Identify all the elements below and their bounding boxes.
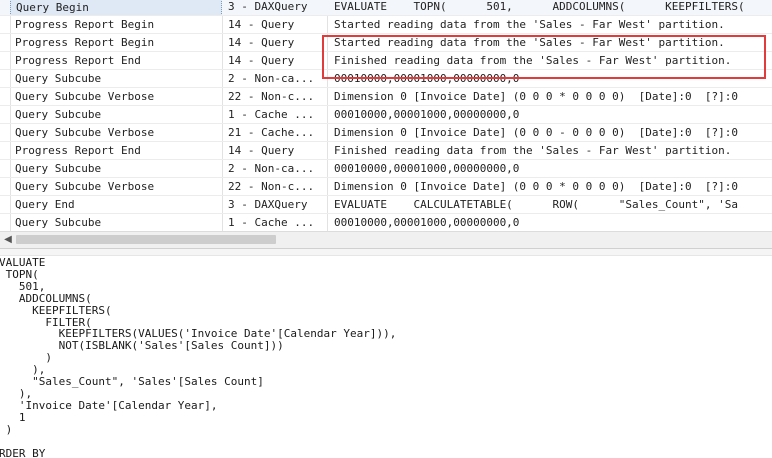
table-row[interactable]: Query Subcube Verbose 22 - Non-c... Dimens… bbox=[0, 178, 772, 196]
table-row[interactable]: Query Subcube Verbose 21 - Cache... Dimens… bbox=[0, 124, 772, 142]
event-class-cell: Progress Report Begin bbox=[15, 36, 155, 49]
event-class-cell: Query Subcube bbox=[15, 216, 102, 229]
text-data-cell: Started reading data from the 'Sales - F… bbox=[334, 18, 725, 31]
event-class-cell: Query Subcube Verbose bbox=[15, 90, 155, 103]
table-row[interactable]: Query Subcube 1 - Cache ... 00010000,00001… bbox=[0, 214, 772, 231]
event-subclass-cell: 22 - Non-c... bbox=[228, 90, 315, 103]
event-class-cell: Query Subcube bbox=[15, 72, 102, 85]
event-subclass-cell: 1 - Cache ... bbox=[228, 216, 315, 229]
table-row[interactable]: Query End 3 - DAXQuery EVALUATE CALCULATET… bbox=[0, 196, 772, 214]
event-subclass-cell: 2 - Non-ca... bbox=[228, 162, 315, 175]
query-text: VALUATE TOPN( 501, ADDCOLUMNS( KEEPFILTE… bbox=[0, 256, 397, 458]
table-row[interactable]: Query Begin 3 - DAXQuery EVALUATE TOPN( 50… bbox=[0, 0, 772, 16]
event-class-cell: Query End bbox=[15, 198, 75, 211]
text-data-cell: 00010000,00001000,00000000,0 bbox=[334, 108, 520, 121]
event-class-cell: Query Subcube Verbose bbox=[15, 126, 155, 139]
event-subclass-cell: 14 - Query bbox=[228, 144, 295, 157]
pane-splitter[interactable] bbox=[0, 248, 772, 256]
text-data-cell: Dimension 0 [Invoice Date] (0 0 0 * 0 0 … bbox=[334, 180, 738, 193]
text-data-cell: 00010000,00001000,00000000,0 bbox=[334, 216, 520, 229]
scrollbar-thumb[interactable] bbox=[16, 235, 276, 244]
text-data-cell: EVALUATE TOPN( 501, ADDCOLUMNS( KEEPFILT… bbox=[334, 0, 745, 13]
event-subclass-cell: 1 - Cache ... bbox=[228, 108, 315, 121]
table-row[interactable]: Query Subcube 2 - Non-ca... 00010000,00001… bbox=[0, 160, 772, 178]
event-subclass-cell: 3 - DAXQuery bbox=[228, 198, 308, 211]
table-row[interactable]: Query Subcube Verbose 22 - Non-c... Dimens… bbox=[0, 88, 772, 106]
event-subclass-cell: 14 - Query bbox=[228, 18, 295, 31]
table-row[interactable]: Query Subcube 1 - Cache ... 00010000,00001… bbox=[0, 106, 772, 124]
event-subclass-cell: 14 - Query bbox=[228, 36, 295, 49]
event-subclass-cell: 21 - Cache... bbox=[228, 126, 315, 139]
event-subclass-cell: 22 - Non-c... bbox=[228, 180, 315, 193]
event-subclass-cell: 3 - DAXQuery bbox=[228, 0, 308, 13]
trace-events-grid[interactable]: Query Begin 3 - DAXQuery EVALUATE TOPN( 50… bbox=[0, 0, 772, 231]
query-text-pane[interactable]: VALUATE TOPN( 501, ADDCOLUMNS( KEEPFILTE… bbox=[0, 256, 772, 458]
event-class-cell: Query Begin bbox=[10, 0, 222, 16]
text-data-cell: Dimension 0 [Invoice Date] (0 0 0 - 0 0 … bbox=[334, 126, 738, 139]
text-data-cell: EVALUATE CALCULATETABLE( ROW( "Sales_Cou… bbox=[334, 198, 738, 211]
table-row[interactable]: Progress Report End 14 - Query Finished re… bbox=[0, 142, 772, 160]
event-class-cell: Query Subcube bbox=[15, 108, 102, 121]
text-data-cell: 00010000,00001000,00000000,0 bbox=[334, 162, 520, 175]
event-subclass-cell: 14 - Query bbox=[228, 54, 295, 67]
horizontal-scrollbar[interactable]: ◀ bbox=[0, 231, 772, 248]
event-class-cell: Query Subcube Verbose bbox=[15, 180, 155, 193]
event-class-cell: Progress Report Begin bbox=[15, 18, 155, 31]
event-subclass-cell: 2 - Non-ca... bbox=[228, 72, 315, 85]
chevron-left-icon[interactable]: ◀ bbox=[0, 232, 16, 248]
highlight-box bbox=[322, 35, 766, 79]
text-data-cell: Finished reading data from the 'Sales - … bbox=[334, 144, 732, 157]
event-class-cell: Progress Report End bbox=[15, 54, 141, 67]
text-data-cell: Dimension 0 [Invoice Date] (0 0 0 * 0 0 … bbox=[334, 90, 738, 103]
table-row[interactable]: Progress Report Begin 14 - Query Started r… bbox=[0, 16, 772, 34]
event-class-cell: Query Subcube bbox=[15, 162, 102, 175]
event-class-cell: Progress Report End bbox=[15, 144, 141, 157]
